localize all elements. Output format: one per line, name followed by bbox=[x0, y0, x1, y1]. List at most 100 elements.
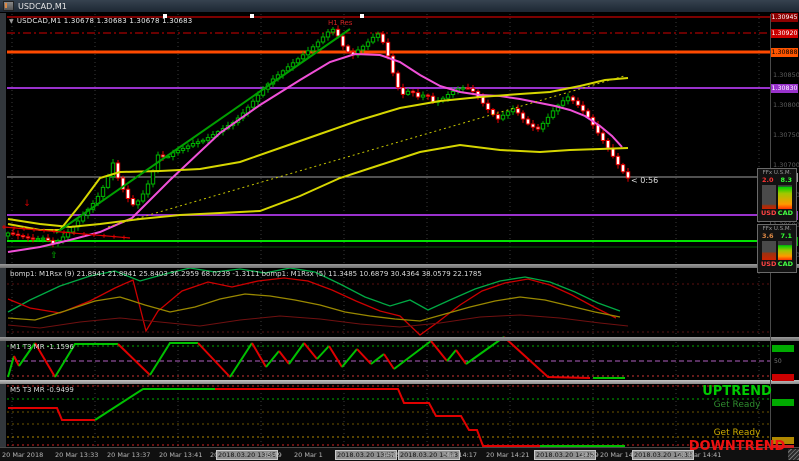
cad-strength-bar bbox=[778, 185, 792, 209]
trend-text: Get Ready bbox=[713, 400, 761, 410]
candle-body bbox=[400, 87, 406, 95]
indicator-separator-2[interactable] bbox=[0, 337, 799, 341]
candle-body bbox=[145, 183, 151, 195]
indicator-separator-1[interactable] bbox=[0, 264, 799, 268]
candle-body bbox=[505, 111, 511, 116]
candle-body bbox=[535, 126, 541, 130]
selection-handle[interactable] bbox=[360, 14, 364, 18]
indicator-axis-badge bbox=[772, 345, 794, 352]
m1-t3-mr-segment bbox=[356, 348, 372, 365]
h1-resistance-label: H1 Res bbox=[328, 19, 353, 27]
usd-strength-value: 2.0 bbox=[762, 176, 774, 184]
time-axis-label: 20 Mar 13:41 bbox=[159, 451, 203, 459]
candle-body bbox=[620, 164, 626, 173]
price-tick: 1.30750 bbox=[773, 131, 799, 139]
m1-t3-mr-segment bbox=[393, 340, 432, 370]
candle-body bbox=[105, 176, 111, 188]
price-badge: 1.30830 bbox=[771, 84, 798, 93]
collapse-triangle-icon[interactable]: ▼ bbox=[9, 18, 14, 25]
candle-body bbox=[370, 36, 376, 43]
candle-body bbox=[485, 102, 491, 110]
m5-t3-mr-segment bbox=[94, 388, 215, 421]
candle-body bbox=[575, 100, 581, 106]
indicator-separator-3[interactable] bbox=[0, 380, 799, 384]
candle-body bbox=[130, 198, 136, 206]
symbol-ohlc-readout: ▼ USDCAD,M1 1.30678 1.30683 1.30678 1.306… bbox=[9, 17, 192, 25]
candle-body bbox=[380, 33, 386, 43]
chart-canvas[interactable] bbox=[0, 0, 799, 461]
candle-body bbox=[405, 90, 411, 95]
ohlc-text: USDCAD,M1 1.30678 1.30683 1.30678 1.3068… bbox=[16, 17, 193, 25]
m1-t3-mr-segment bbox=[303, 342, 318, 360]
m1-t3-mr-segment bbox=[370, 353, 385, 365]
candle-body bbox=[125, 188, 131, 199]
time-axis-label: Mar 14:17 bbox=[444, 451, 478, 459]
band-yellow-upper bbox=[7, 77, 629, 231]
candle-body bbox=[425, 94, 431, 97]
candle-body bbox=[115, 162, 121, 179]
candle-body bbox=[10, 232, 16, 235]
selection-handle[interactable] bbox=[250, 14, 254, 18]
m1-t3-mr-segment bbox=[197, 342, 231, 378]
rsx-indicator-label: bomp1: M1Rsx (9) 21.8941 21.8941 25.8403… bbox=[10, 270, 482, 278]
candle-body bbox=[450, 91, 456, 95]
candle-body bbox=[480, 96, 486, 104]
candle-body bbox=[250, 100, 256, 108]
candle-body bbox=[40, 237, 46, 240]
time-axis[interactable]: 20 Mar 2018 20 Mar 13:33 20 Mar 13:37 20 Ma… bbox=[0, 448, 799, 461]
m1-t3-mr-segment bbox=[446, 349, 457, 362]
ffx-usm-panel-1: FFx U.S.M. 2.0 8.3 USD CAD bbox=[757, 168, 797, 222]
cad-label: CAD bbox=[777, 209, 793, 217]
rsx-line bbox=[7, 314, 629, 329]
candle-body bbox=[540, 122, 546, 130]
candle-body bbox=[470, 87, 476, 92]
candle-body bbox=[625, 171, 631, 179]
candle-body bbox=[300, 54, 306, 60]
cad-strength-value: 7.1 bbox=[780, 232, 792, 240]
price-tick: 1.30850 bbox=[773, 71, 799, 79]
chart-window: USDCAD,M1 ▼ USDCAD,M1 1.30678 1.30683 1.3… bbox=[0, 0, 799, 461]
candle-body bbox=[290, 62, 296, 68]
candle-body bbox=[545, 116, 551, 124]
m1-t3-mr-segment bbox=[455, 349, 467, 365]
rsx-line bbox=[7, 277, 617, 336]
candle-body bbox=[420, 94, 426, 98]
candle-body bbox=[310, 46, 316, 52]
usd-strength-bar bbox=[762, 241, 776, 260]
candle-body bbox=[460, 87, 466, 90]
m1-t3-label: M1 T3 MR -1.1596 bbox=[10, 343, 74, 351]
price-badge: 1.30920 bbox=[771, 29, 798, 38]
candle-body bbox=[385, 41, 391, 57]
candle-body bbox=[495, 114, 501, 120]
m1-t3-mr-segment bbox=[149, 342, 198, 376]
panel-header: FFx U.S.M. bbox=[762, 226, 792, 232]
time-axis-label: 20 Mar 13:33 bbox=[55, 451, 99, 459]
candle-body bbox=[530, 123, 536, 128]
candle-body bbox=[500, 114, 506, 120]
candle-body bbox=[325, 31, 331, 38]
time-axis-label: 20 Mar 2018 bbox=[2, 451, 44, 459]
candle-body bbox=[335, 28, 341, 37]
candle-body bbox=[570, 96, 576, 102]
resize-grip[interactable] bbox=[788, 449, 799, 460]
candle-body bbox=[315, 41, 321, 48]
candle-body bbox=[600, 132, 606, 141]
candle-body bbox=[305, 50, 311, 56]
candle-body bbox=[410, 90, 416, 94]
m5-t3-label: M5 T3 MR -0.9499 bbox=[10, 386, 74, 394]
signal-arrow-icon: ⇧ bbox=[50, 251, 58, 261]
candle-body bbox=[295, 58, 301, 64]
indicator-axis-label: 50 bbox=[774, 358, 782, 365]
candle-body bbox=[185, 145, 191, 149]
candle-body bbox=[30, 237, 36, 240]
usd-label: USD bbox=[761, 209, 777, 217]
candle-body bbox=[605, 140, 611, 149]
candle-body bbox=[565, 96, 571, 102]
time-axis-label: 20 Mar 14:21 bbox=[486, 451, 530, 459]
time-axis-label: 20 Mar 13:37 bbox=[107, 451, 151, 459]
m1-t3-mr-segment bbox=[117, 343, 151, 376]
m1-t3-mr-segment bbox=[328, 345, 343, 368]
candle-body bbox=[140, 193, 146, 202]
price-badge: 1.30945 bbox=[771, 13, 798, 22]
candle-body bbox=[200, 139, 206, 143]
